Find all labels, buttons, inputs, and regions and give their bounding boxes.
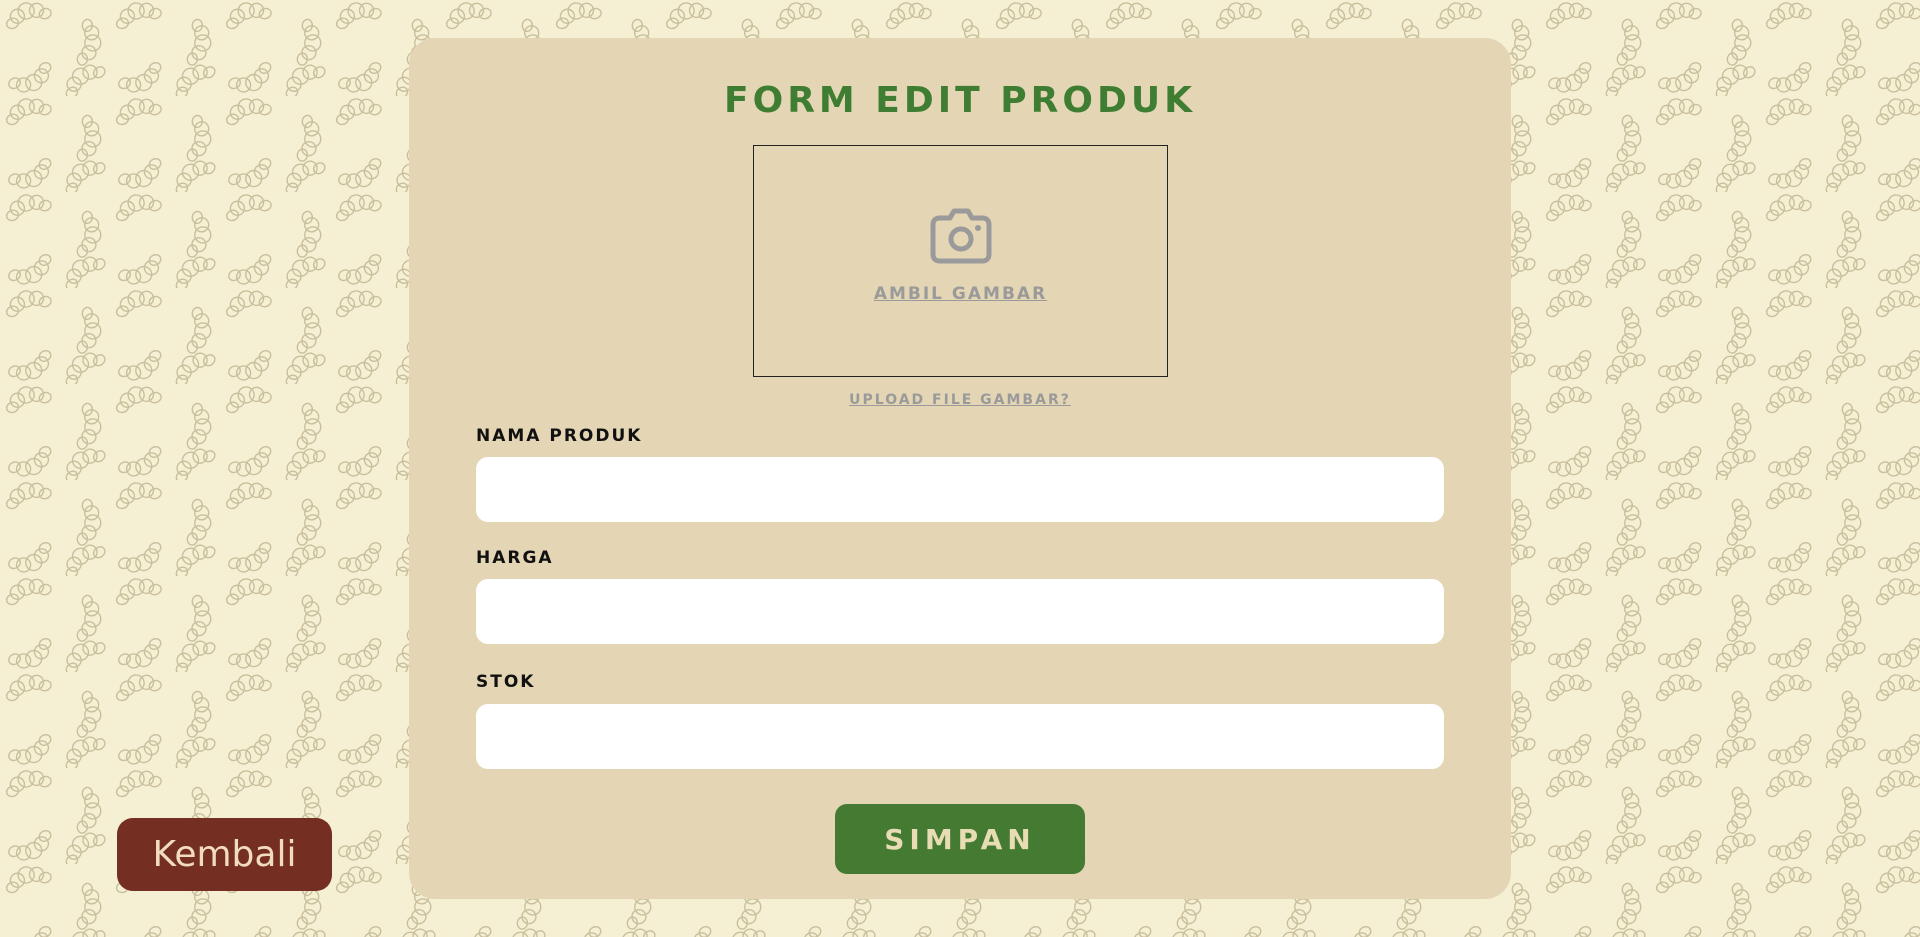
save-button[interactable]: SIMPAN <box>835 804 1085 874</box>
back-button[interactable]: Kembali <box>117 818 332 891</box>
stock-label: STOK <box>476 672 536 692</box>
stock-input[interactable] <box>476 704 1444 769</box>
upload-image-link[interactable]: UPLOAD FILE GAMBAR? <box>0 392 1920 408</box>
camera-icon <box>930 208 992 264</box>
price-label: HARGA <box>476 548 554 568</box>
take-photo-link[interactable]: AMBIL GAMBAR <box>754 284 1167 304</box>
product-name-label: NAMA PRODUK <box>476 426 643 446</box>
product-name-input[interactable] <box>476 457 1444 522</box>
price-input[interactable] <box>476 579 1444 644</box>
form-title: FORM EDIT PRODUK <box>724 80 1196 121</box>
take-photo-area[interactable]: AMBIL GAMBAR <box>753 145 1168 377</box>
